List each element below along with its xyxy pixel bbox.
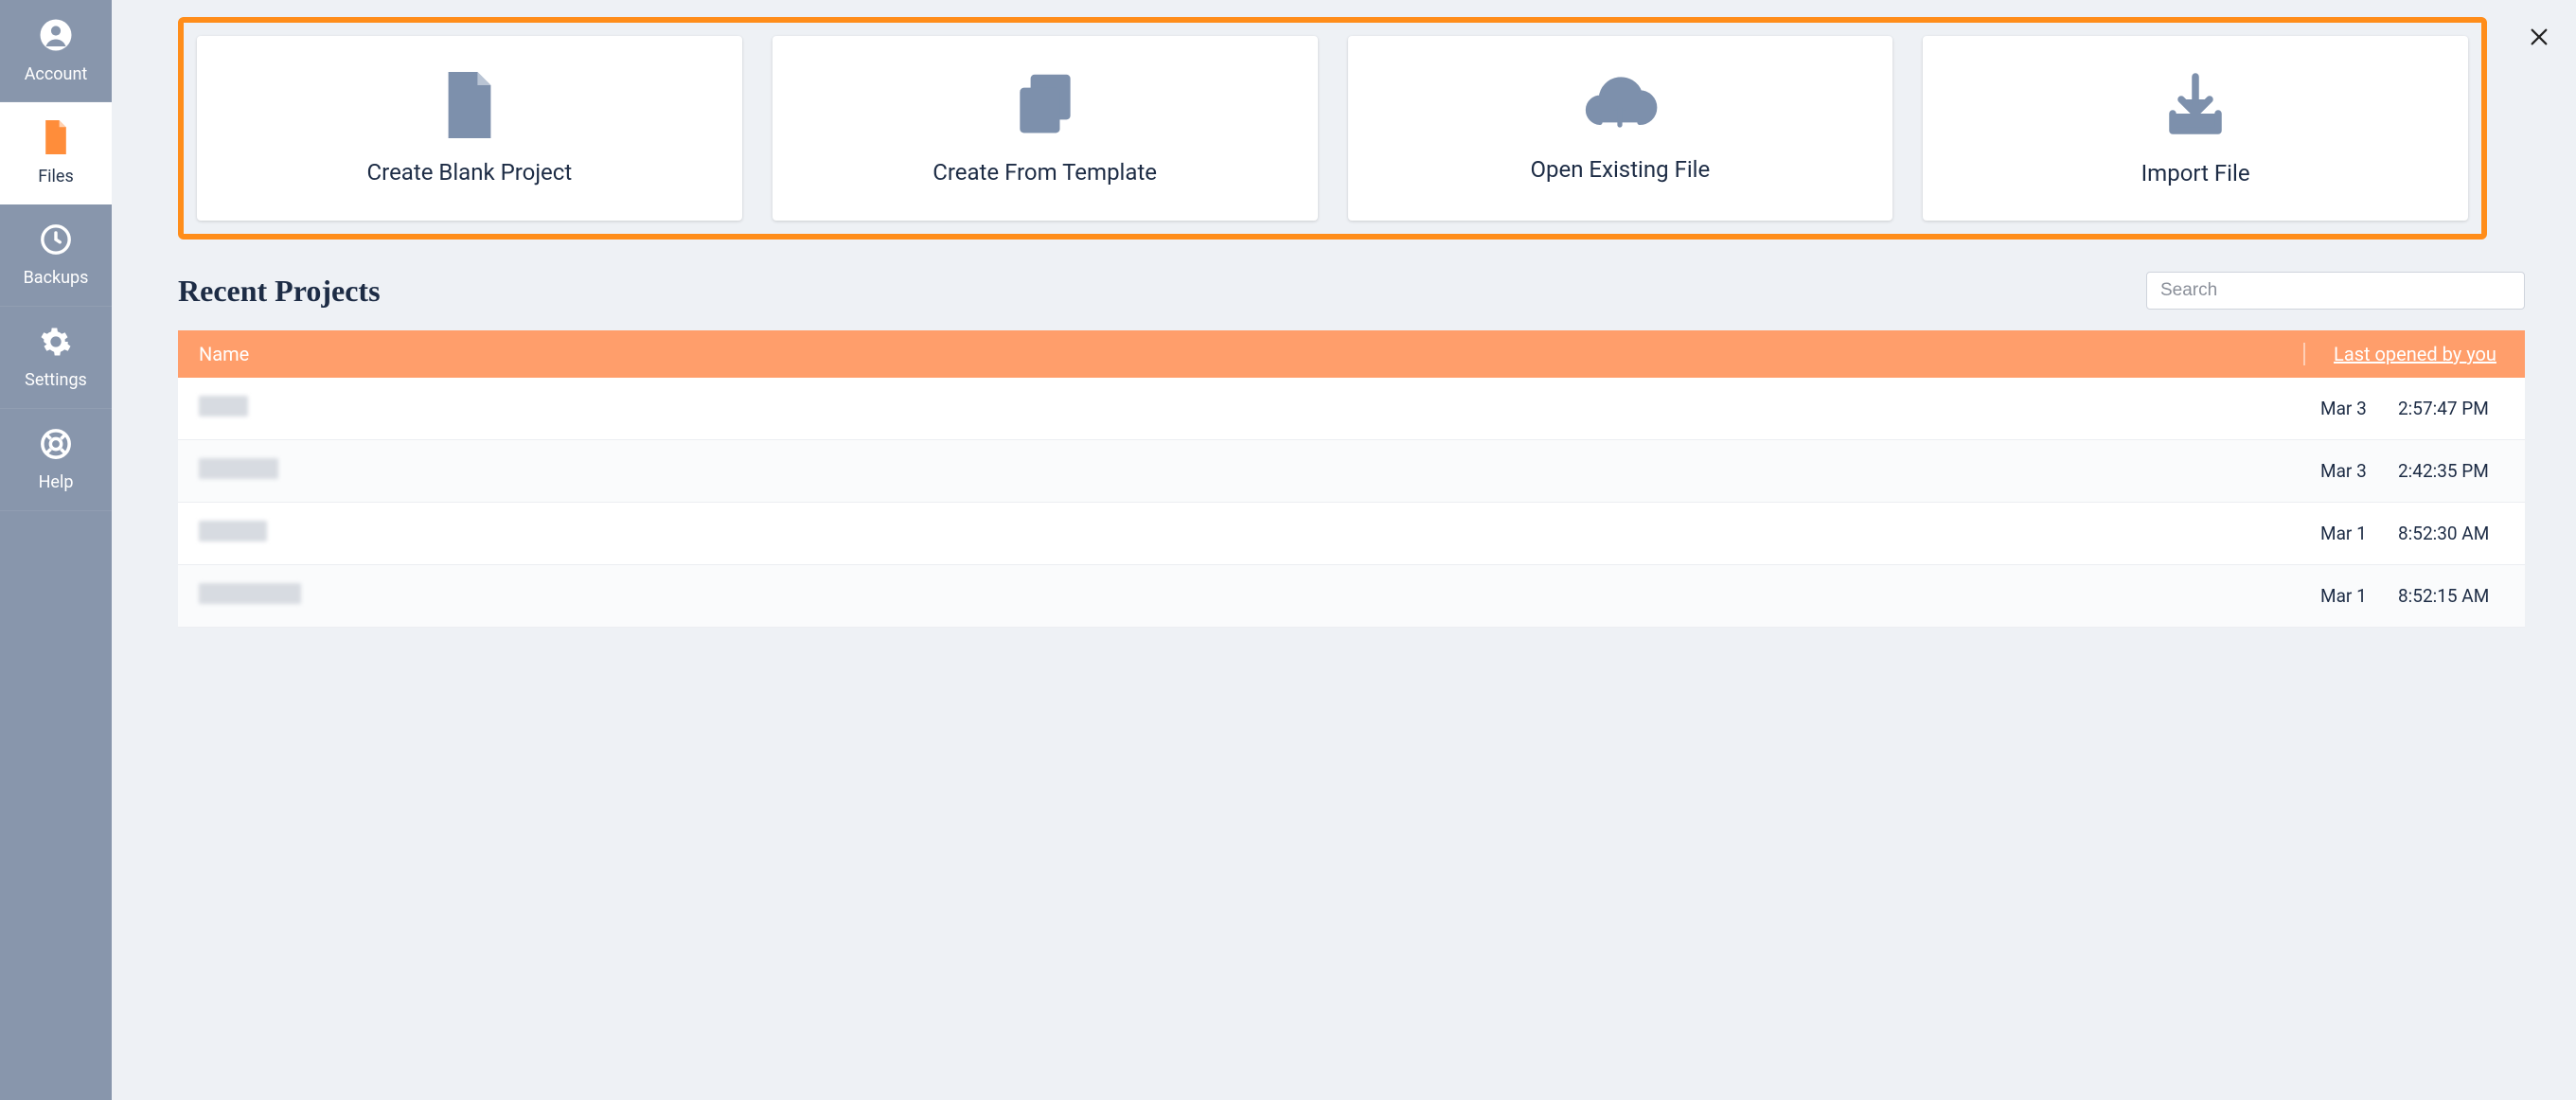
sidebar: Account Files Backups Settings Help xyxy=(0,0,112,1100)
app-root: Account Files Backups Settings Help xyxy=(0,0,2576,1100)
create-from-template-card[interactable]: Create From Template xyxy=(773,36,1318,221)
cell-date: Mar 1 xyxy=(2320,585,2373,607)
import-icon xyxy=(2161,71,2230,143)
cell-time: 8:52:30 AM xyxy=(2398,523,2489,544)
sidebar-item-label: Account xyxy=(25,64,88,84)
search-input[interactable] xyxy=(2146,272,2525,310)
sidebar-item-label: Help xyxy=(39,472,74,492)
table-row[interactable]: Mar 3 2:42:35 PM xyxy=(178,440,2525,503)
cell-name xyxy=(178,521,2305,546)
card-label: Create From Template xyxy=(933,159,1157,186)
sidebar-item-backups[interactable]: Backups xyxy=(0,204,112,307)
recent-header: Recent Projects xyxy=(178,272,2525,310)
main-panel: Create Blank Project Create From Templat… xyxy=(112,0,2576,1100)
actions-highlight-box: Create Blank Project Create From Templat… xyxy=(178,17,2487,240)
file-icon xyxy=(42,120,70,159)
redacted-name xyxy=(199,583,301,604)
recent-projects-table: Name Last opened by you Mar 3 2:57:47 PM xyxy=(178,330,2525,628)
cell-time: 8:52:15 AM xyxy=(2398,585,2489,607)
sidebar-item-label: Backups xyxy=(24,268,89,288)
recent-projects-title: Recent Projects xyxy=(178,274,381,309)
redacted-name xyxy=(199,458,278,479)
table-row[interactable]: Mar 3 2:57:47 PM xyxy=(178,378,2525,440)
table-row[interactable]: Mar 1 8:52:15 AM xyxy=(178,565,2525,628)
table-body: Mar 3 2:57:47 PM Mar 3 2:42:35 PM xyxy=(178,378,2525,628)
cell-last-opened: Mar 1 8:52:30 AM xyxy=(2305,523,2525,544)
gear-icon xyxy=(40,326,72,363)
account-icon xyxy=(39,18,73,57)
open-existing-file-card[interactable]: Open Existing File xyxy=(1348,36,1893,221)
redacted-name xyxy=(199,396,248,417)
close-icon xyxy=(2529,33,2549,51)
cell-name xyxy=(178,583,2305,609)
cell-date: Mar 3 xyxy=(2320,460,2373,482)
cell-time: 2:42:35 PM xyxy=(2398,460,2489,482)
create-blank-project-card[interactable]: Create Blank Project xyxy=(197,36,742,221)
cloud-upload-icon xyxy=(1580,75,1660,139)
sidebar-item-account[interactable]: Account xyxy=(0,0,112,102)
redacted-name xyxy=(199,521,267,541)
cell-last-opened: Mar 3 2:57:47 PM xyxy=(2305,398,2525,419)
sidebar-item-help[interactable]: Help xyxy=(0,409,112,511)
cell-name xyxy=(178,396,2305,421)
close-button[interactable] xyxy=(2529,27,2549,51)
sidebar-item-label: Settings xyxy=(25,370,87,390)
sidebar-item-files[interactable]: Files xyxy=(0,102,112,204)
clock-icon xyxy=(40,223,72,260)
document-icon xyxy=(443,72,496,142)
sidebar-item-settings[interactable]: Settings xyxy=(0,307,112,409)
lifebuoy-icon xyxy=(40,428,72,465)
cell-date: Mar 1 xyxy=(2320,523,2373,544)
import-file-card[interactable]: Import File xyxy=(1923,36,2468,221)
cell-last-opened: Mar 3 2:42:35 PM xyxy=(2305,460,2525,482)
column-header-last-opened[interactable]: Last opened by you xyxy=(2305,343,2525,365)
cell-time: 2:57:47 PM xyxy=(2398,398,2489,419)
card-label: Create Blank Project xyxy=(367,159,573,186)
column-header-name[interactable]: Name xyxy=(178,343,2305,365)
cell-name xyxy=(178,458,2305,484)
sidebar-item-label: Files xyxy=(38,167,74,186)
table-header: Name Last opened by you xyxy=(178,330,2525,378)
card-label: Import File xyxy=(2141,160,2250,186)
cell-last-opened: Mar 1 8:52:15 AM xyxy=(2305,585,2525,607)
card-label: Open Existing File xyxy=(1531,156,1711,183)
cell-date: Mar 3 xyxy=(2320,398,2373,419)
copy-icon xyxy=(1012,72,1078,142)
table-row[interactable]: Mar 1 8:52:30 AM xyxy=(178,503,2525,565)
